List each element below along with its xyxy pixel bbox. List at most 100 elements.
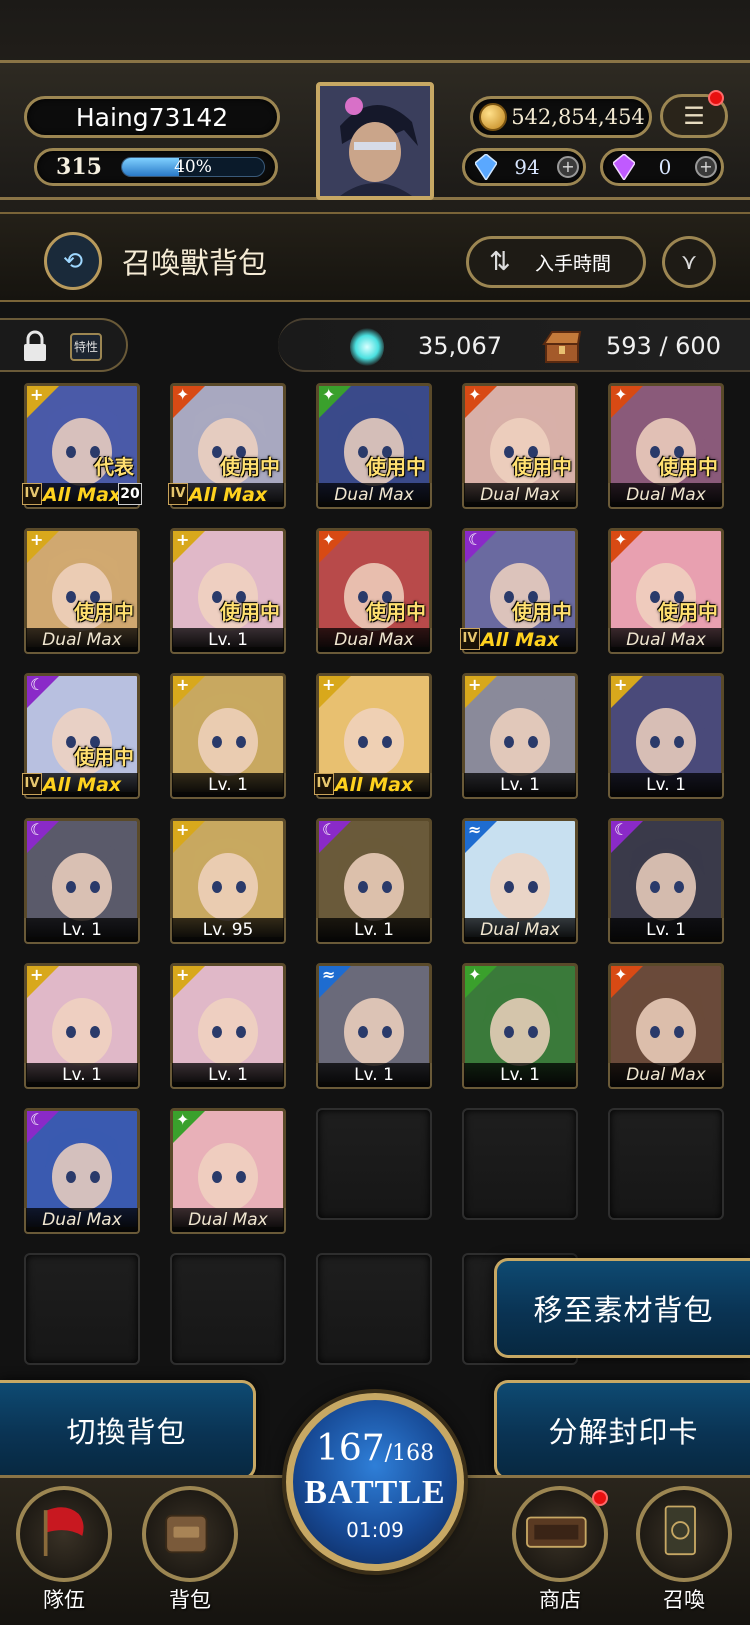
decompose-seal-card-button[interactable]: 分解封印卡 — [494, 1380, 750, 1480]
card-status: 使用中 — [366, 455, 426, 479]
filter-button[interactable]: ⋎ — [662, 236, 716, 288]
sort-arrows-icon: ⇅ — [489, 247, 511, 277]
summon-card[interactable]: + Lv. 1 — [170, 963, 286, 1089]
light-symbol-icon: + — [30, 385, 44, 404]
fire-symbol-icon: ✦ — [468, 385, 482, 404]
summon-card[interactable]: ✦ 使用中 Dual Max — [608, 383, 724, 509]
summon-card[interactable]: ☾ Dual Max — [24, 1108, 140, 1234]
trait-button[interactable]: 特性 — [70, 333, 102, 361]
stamina-current: 167 — [315, 1428, 385, 1469]
fire-symbol-icon: ✦ — [322, 530, 336, 549]
summon-card[interactable]: + Lv. 1 — [170, 673, 286, 799]
sort-label: 入手時間 — [535, 252, 612, 275]
chest-icon — [542, 331, 582, 363]
dark-symbol-icon: ☾ — [614, 820, 629, 839]
summon-card[interactable]: ☾ Lv. 1 — [316, 818, 432, 944]
empty-card-slot — [24, 1253, 140, 1365]
summon-card[interactable]: + 使用中 Lv. 1 — [170, 528, 286, 654]
nav-summon[interactable] — [636, 1486, 732, 1582]
summon-card[interactable]: ✦ 使用中 All Max IV — [168, 383, 286, 509]
summon-card[interactable]: ☾ 使用中 All Max IV — [460, 528, 578, 654]
summon-card[interactable]: ≈ Lv. 1 — [316, 963, 432, 1089]
summon-card-icon — [664, 1505, 696, 1556]
card-rank-badge: IV — [22, 483, 42, 505]
card-status: 使用中 — [512, 600, 572, 624]
gold-amount: 542,854,454 — [511, 105, 645, 129]
back-arrow-icon: ⟲ — [62, 247, 84, 275]
card-level: Lv. 1 — [170, 628, 286, 654]
water-symbol-icon: ≈ — [468, 820, 482, 839]
card-rank-badge: IV — [314, 773, 334, 795]
summon-card[interactable]: ✦ Lv. 1 — [462, 963, 578, 1089]
light-symbol-icon: + — [176, 675, 190, 694]
card-level: Lv. 1 — [316, 918, 432, 944]
player-level-pill: 315 40% — [34, 148, 278, 186]
card-status: 代表 — [94, 455, 134, 479]
player-avatar[interactable] — [316, 82, 434, 200]
empty-card-slot — [462, 1108, 578, 1220]
purple-gem-display: 0 + — [600, 148, 724, 186]
summon-card[interactable]: ✦ 使用中 Dual Max — [316, 528, 432, 654]
light-symbol-icon: + — [468, 675, 482, 694]
summon-card[interactable]: + Lv. 1 — [462, 673, 578, 799]
summon-card[interactable]: + 代表 All Max IV 20 — [22, 383, 142, 509]
page-title: 召喚獸背包 — [122, 246, 268, 280]
summon-card[interactable]: ☾ 使用中 All Max IV — [22, 673, 140, 799]
lock-icon[interactable] — [22, 330, 48, 362]
inventory-info: 35,067 593 / 600 — [278, 318, 750, 372]
summon-card[interactable]: + Lv. 95 — [170, 818, 286, 944]
summon-card[interactable]: + Lv. 1 — [608, 673, 724, 799]
stamina-max: /168 — [384, 1441, 435, 1466]
switch-bag-button[interactable]: 切換背包 — [0, 1380, 256, 1480]
card-status: 使用中 — [658, 600, 718, 624]
summon-card[interactable]: + Lv. 1 — [24, 963, 140, 1089]
back-button[interactable]: ⟲ — [44, 232, 102, 290]
stamina-display: 167/168 — [293, 1428, 457, 1469]
card-status: 使用中 — [658, 455, 718, 479]
nav-bag[interactable] — [142, 1486, 238, 1582]
red-flag-icon — [43, 1507, 84, 1556]
dark-symbol-icon: ☾ — [30, 820, 45, 839]
water-symbol-icon: ≈ — [322, 965, 336, 984]
summon-card[interactable]: ≈ Dual Max — [462, 818, 578, 944]
summon-card[interactable]: ✦ 使用中 Dual Max — [608, 528, 724, 654]
wind-symbol-icon: ✦ — [322, 385, 336, 404]
card-status: 使用中 — [512, 455, 572, 479]
fire-symbol-icon: ✦ — [614, 530, 628, 549]
card-level: Lv. 1 — [608, 918, 724, 944]
sort-button[interactable]: ⇅ 入手時間 — [466, 236, 646, 288]
summon-card[interactable]: ☾ Lv. 1 — [608, 818, 724, 944]
add-purple-gem-button[interactable]: + — [695, 156, 717, 178]
nav-bag-label: 背包 — [169, 1588, 211, 1612]
hamburger-icon: ☰ — [683, 102, 705, 130]
card-level: Lv. 1 — [462, 1063, 578, 1089]
summon-card[interactable]: ✦ Dual Max — [608, 963, 724, 1089]
bag-capacity: 593 / 600 — [606, 332, 721, 360]
purple-gem-count: 0 — [658, 155, 672, 179]
card-status: 使用中 — [74, 600, 134, 624]
battle-button[interactable]: 167/168 BATTLE 01:09 — [286, 1393, 464, 1571]
gold-display: 542,854,454 — [470, 96, 652, 138]
empty-card-slot — [316, 1253, 432, 1365]
player-name[interactable]: Haing73142 — [24, 96, 280, 138]
empty-card-slot — [170, 1253, 286, 1365]
nav-team-label: 隊伍 — [43, 1588, 85, 1612]
summon-card[interactable]: ✦ 使用中 Dual Max — [462, 383, 578, 509]
card-status: 使用中 — [74, 745, 134, 769]
card-level: Dual Max — [608, 1063, 724, 1089]
nav-team[interactable] — [16, 1486, 112, 1582]
summon-card[interactable]: ☾ Lv. 1 — [24, 818, 140, 944]
card-level: Lv. 95 — [170, 918, 286, 944]
add-blue-gem-button[interactable]: + — [557, 156, 579, 178]
wind-symbol-icon: ✦ — [176, 1110, 190, 1129]
shop-notification-dot — [592, 1490, 608, 1506]
summon-card[interactable]: ✦ 使用中 Dual Max — [316, 383, 432, 509]
nav-summon-label: 召喚 — [663, 1588, 705, 1612]
summon-card[interactable]: + All Max IV — [314, 673, 432, 799]
dark-symbol-icon: ☾ — [468, 530, 483, 549]
move-to-material-button[interactable]: 移至素材背包 — [494, 1258, 750, 1358]
summon-card[interactable]: + 使用中 Dual Max — [24, 528, 140, 654]
card-level: Lv. 1 — [24, 918, 140, 944]
card-level: Lv. 1 — [170, 1063, 286, 1089]
summon-card[interactable]: ✦ Dual Max — [170, 1108, 286, 1234]
